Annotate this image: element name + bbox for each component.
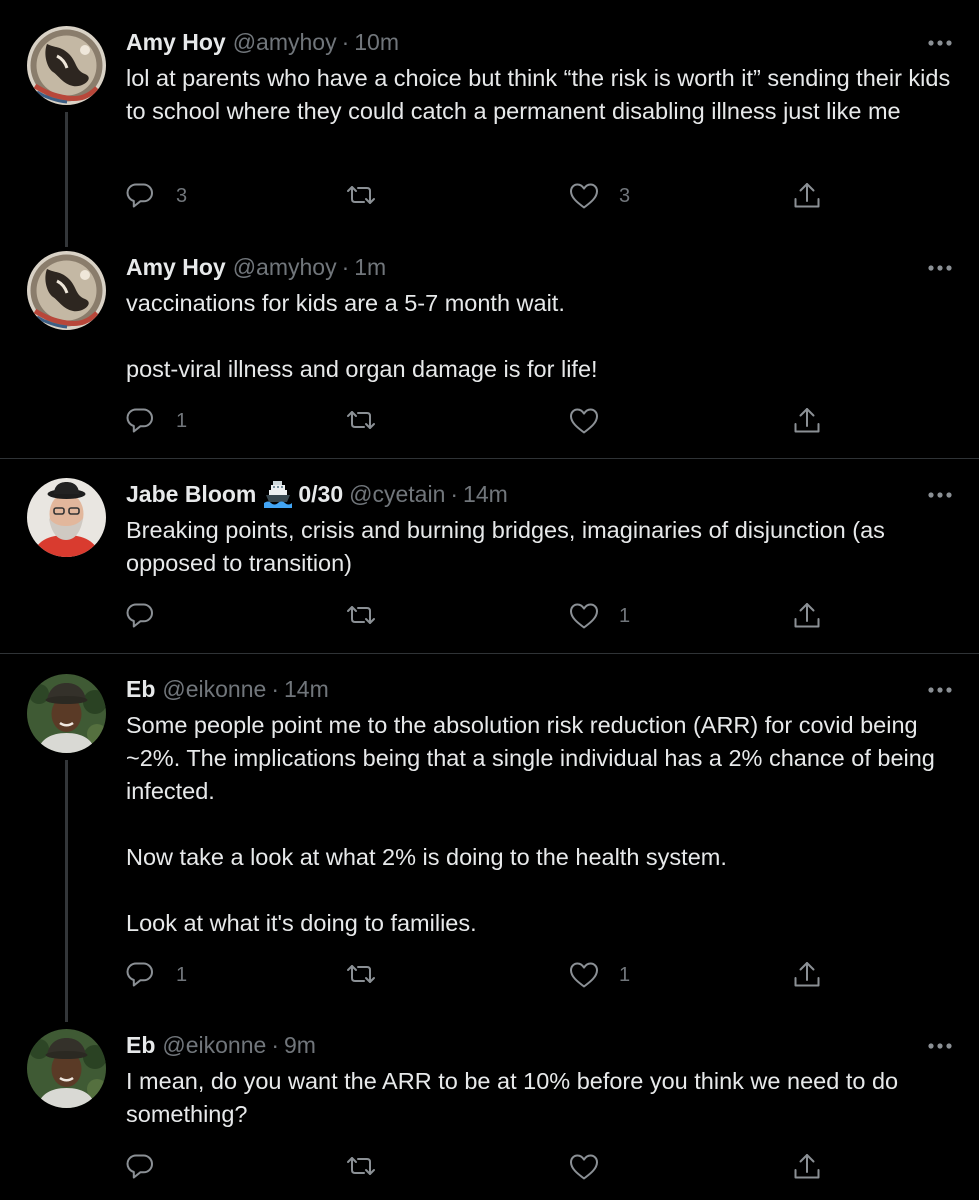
tweet-actions bbox=[126, 1152, 846, 1182]
timestamp[interactable]: 9m bbox=[284, 1029, 316, 1061]
retweet-button[interactable] bbox=[346, 1152, 396, 1182]
tweet-text: I mean, do you want the ARR to be at 10%… bbox=[126, 1068, 905, 1127]
share-icon bbox=[794, 1154, 820, 1179]
author-name[interactable]: Eb bbox=[126, 1029, 155, 1061]
tweet-header: Eb @eikonne · 9m bbox=[126, 1029, 899, 1061]
reply-icon bbox=[126, 1154, 153, 1179]
separator: · bbox=[271, 1032, 279, 1058]
retweet-icon bbox=[347, 1157, 375, 1175]
share-button[interactable] bbox=[792, 1152, 822, 1182]
reply-button[interactable] bbox=[126, 1152, 176, 1182]
like-button[interactable] bbox=[569, 1152, 619, 1182]
more-icon[interactable] bbox=[927, 1041, 953, 1051]
author-handle[interactable]: @eikonne bbox=[162, 1029, 266, 1061]
tweet-5[interactable]: Eb @eikonne · 9m I mean, do you want the… bbox=[0, 0, 979, 1200]
avatar-eb[interactable] bbox=[27, 1029, 106, 1108]
heart-icon bbox=[570, 1154, 598, 1180]
